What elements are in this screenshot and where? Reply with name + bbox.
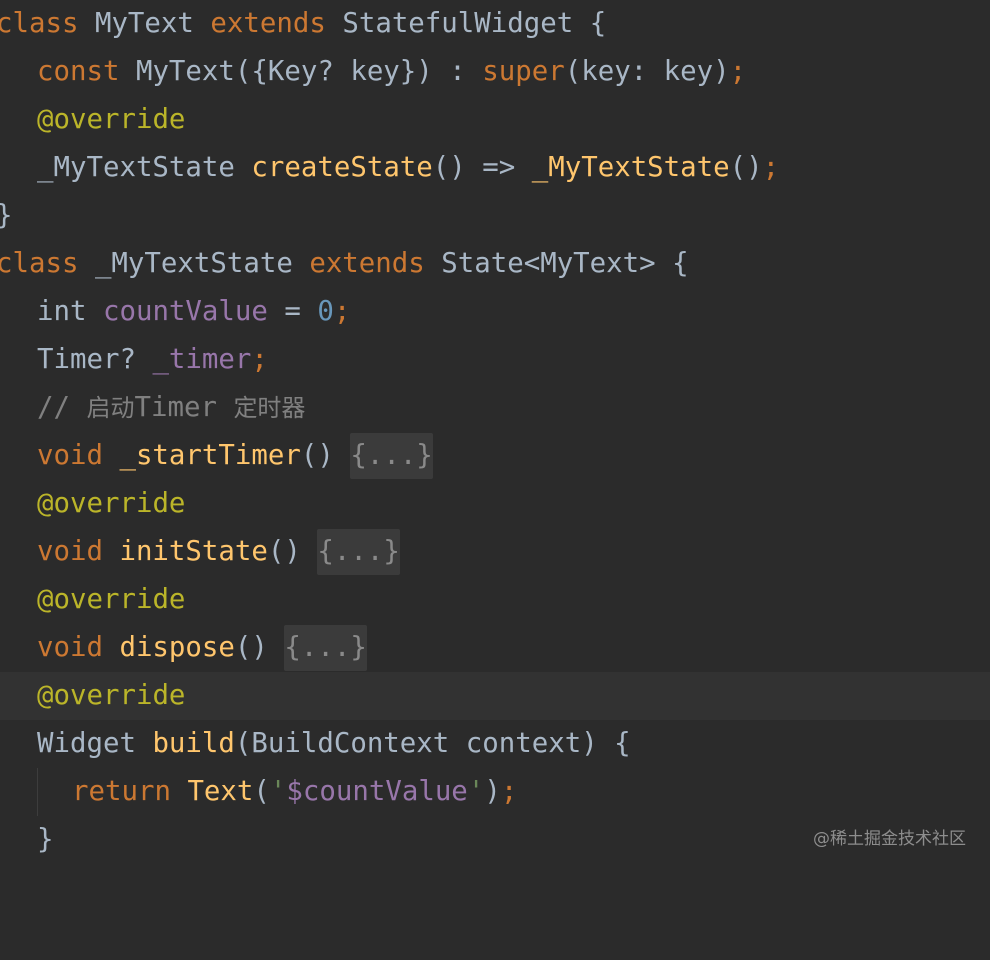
keyword: class: [0, 248, 79, 279]
code-line[interactable]: void _startTimer() {...}: [0, 432, 990, 480]
constructor-call: Text: [187, 776, 254, 807]
folded-code-block[interactable]: {...}: [284, 625, 367, 671]
watermark: @稀土掘金技术社区: [813, 829, 966, 849]
semicolon: ;: [333, 296, 351, 327]
keyword: void: [37, 632, 120, 663]
paren: (: [253, 776, 270, 807]
method-name: build: [152, 728, 235, 759]
current-code-line[interactable]: @override: [0, 672, 990, 720]
code-line[interactable]: const MyText({Key? key}) : super(key: ke…: [0, 48, 990, 96]
comment-slashes: //: [37, 392, 87, 423]
folded-code-block[interactable]: {...}: [317, 529, 400, 575]
annotation: override: [53, 488, 186, 519]
arrow: () =>: [432, 152, 532, 183]
class-name: MyText: [94, 8, 194, 39]
operator: =: [267, 296, 318, 327]
keyword: class: [0, 8, 79, 39]
annotation-at: @: [37, 488, 54, 519]
code-line[interactable]: class MyText extends StatefulWidget {: [0, 0, 990, 48]
field-name: countValue: [102, 296, 268, 327]
parameters: (BuildContext context) {: [234, 728, 631, 759]
keyword: extends: [309, 248, 425, 279]
code-line[interactable]: _MyTextState createState() => _MyTextSta…: [0, 144, 990, 192]
constructor: MyText({Key? key}) :: [135, 56, 483, 87]
code-line[interactable]: Timer? _timer;: [0, 336, 990, 384]
annotation-at: @: [37, 680, 54, 711]
parens: (): [267, 536, 318, 567]
comment-text: Timer: [134, 392, 234, 423]
annotation-at: @: [37, 104, 54, 135]
annotation: override: [53, 680, 186, 711]
annotation: override: [53, 104, 186, 135]
parens: (): [729, 152, 763, 183]
paren: ): [484, 776, 501, 807]
method-name: initState: [119, 536, 268, 567]
code-line[interactable]: @override: [0, 96, 990, 144]
method-name: createState: [251, 152, 433, 183]
field-name: _timer: [152, 344, 252, 375]
code-editor[interactable]: class MyText extends StatefulWidget { co…: [0, 0, 990, 872]
type-name: int: [37, 296, 103, 327]
indent-guide: [37, 768, 38, 816]
constructor-call: _MyTextState: [531, 152, 730, 183]
semicolon: ;: [251, 344, 268, 375]
code-line[interactable]: return Text('$countValue');: [0, 768, 990, 816]
keyword: super: [482, 56, 565, 87]
arguments: (key: key): [564, 56, 730, 87]
type-name: Timer?: [37, 344, 153, 375]
class-name: _MyTextState: [78, 248, 310, 279]
method-name: _startTimer: [119, 440, 301, 471]
brace: {: [589, 8, 607, 39]
keyword: const: [37, 56, 120, 87]
type-name: Widget: [37, 728, 153, 759]
annotation: override: [53, 584, 186, 615]
string-interpolation: $countValue: [286, 776, 468, 807]
type-name: State<MyText> {: [424, 248, 689, 279]
code-line[interactable]: Widget build(BuildContext context) {: [0, 720, 990, 768]
brace: }: [37, 824, 54, 855]
keyword: void: [37, 440, 120, 471]
keyword: extends: [210, 8, 326, 39]
method-name: dispose: [119, 632, 235, 663]
code-line[interactable]: @override: [0, 480, 990, 528]
semicolon: ;: [500, 776, 518, 807]
parens: (): [300, 440, 351, 471]
number: 0: [317, 296, 334, 327]
comment-text: 启动: [86, 394, 135, 422]
code-line[interactable]: @override: [0, 576, 990, 624]
code-line[interactable]: void initState() {...}: [0, 528, 990, 576]
brace: }: [0, 200, 13, 231]
semicolon: ;: [762, 152, 780, 183]
keyword: return: [72, 776, 188, 807]
code-line[interactable]: class _MyTextState extends State<MyText>…: [0, 240, 990, 288]
type-name: _MyTextState: [37, 152, 252, 183]
string-quote: ': [269, 776, 287, 807]
code-line[interactable]: void dispose() {...}: [0, 624, 990, 672]
folded-code-block[interactable]: {...}: [350, 433, 433, 479]
comment-text: 定时器: [233, 394, 306, 422]
string-quote: ': [467, 776, 485, 807]
annotation-at: @: [37, 584, 54, 615]
parens: (): [234, 632, 285, 663]
semicolon: ;: [729, 56, 747, 87]
type-name: StatefulWidget: [342, 8, 574, 39]
code-line[interactable]: // 启动Timer 定时器: [0, 384, 990, 432]
code-line[interactable]: }: [0, 192, 990, 240]
keyword: void: [37, 536, 120, 567]
code-line[interactable]: int countValue = 0;: [0, 288, 990, 336]
